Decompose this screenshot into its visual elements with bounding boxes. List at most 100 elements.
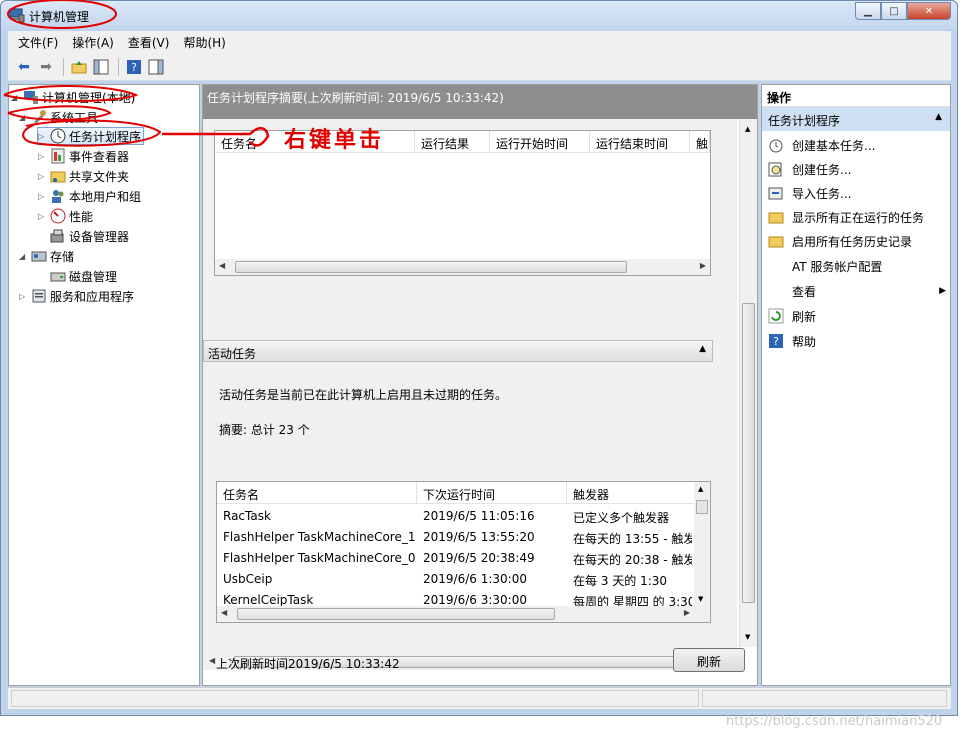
cell-trigger: 在每天的 20:38 - 触发 — [573, 553, 692, 567]
watermark: https://blog.csdn.net/haimian520 — [726, 714, 943, 729]
actions-subheader[interactable]: 任务计划程序 ▲ — [762, 107, 950, 131]
grid2-col-trigger[interactable]: 触发器 — [567, 482, 697, 503]
cell-task-name: FlashHelper TaskMachineCore_1 — [223, 530, 416, 544]
grid1-horizontal-scrollbar[interactable]: ◀ ▶ — [215, 259, 710, 275]
menu-bar: 文件(F) 操作(A) 查看(V) 帮助(H) — [8, 31, 951, 53]
tree-label-performance: 性能 — [69, 209, 94, 224]
menu-file[interactable]: 文件(F) — [18, 34, 58, 51]
table-row[interactable]: RacTask 2019/6/5 11:05:16 已定义多个触发器 — [217, 506, 692, 527]
grid2-vertical-scrollbar[interactable]: ▲ ▼ — [694, 482, 710, 606]
up-folder-icon[interactable] — [69, 57, 89, 77]
collapse-icon[interactable]: ◢ — [19, 113, 31, 122]
table-row[interactable]: FlashHelper TaskMachineCore_0 2019/6/5 2… — [217, 548, 692, 569]
actions-pane: 操作 任务计划程序 ▲ 创建基本任务... 创建任务... 导入任务... 显示… — [761, 84, 951, 686]
title-bar[interactable]: 计算机管理 ▁ □ ✕ — [1, 1, 957, 29]
table-row[interactable]: UsbCeip 2019/6/6 1:30:00 在每 3 天的 1:30 — [217, 569, 692, 590]
tree-item-services-apps[interactable]: ▷ 服务和应用程序 — [19, 287, 134, 305]
grid2-scroll-thumb[interactable] — [696, 500, 708, 514]
scroll-right-icon[interactable]: ▶ — [700, 261, 706, 270]
expand-icon[interactable]: ▷ — [38, 132, 50, 141]
scroll-left-icon[interactable]: ◀ — [219, 261, 225, 270]
tree-item-root[interactable]: ◢ 计算机管理(本地) — [11, 88, 135, 106]
expand-icon[interactable]: ▷ — [19, 292, 31, 301]
action-at-service-account[interactable]: AT 服务帐户配置 — [792, 256, 882, 276]
scroll-up-icon[interactable]: ▲ — [698, 485, 703, 493]
tree-label-local-users: 本地用户和组 — [69, 189, 142, 204]
tools-icon — [34, 110, 46, 124]
tree-label-device-manager: 设备管理器 — [69, 229, 130, 244]
tree-item-system-tools[interactable]: ◢ 系统工具 — [19, 108, 98, 126]
tree-label-system-tools: 系统工具 — [50, 110, 99, 125]
tree-item-event-viewer[interactable]: ▷ 事件查看器 — [38, 147, 129, 165]
tree-item-local-users[interactable]: ▷ 本地用户和组 — [38, 187, 141, 205]
refresh-icon — [768, 308, 784, 324]
tree-item-task-scheduler[interactable]: ▷ 任务计划程序 — [37, 127, 145, 145]
tree-label-root: 计算机管理(本地) — [42, 90, 136, 105]
table-row[interactable]: FlashHelper TaskMachineCore_1 2019/6/5 1… — [217, 527, 692, 548]
submenu-arrow-icon: ▶ — [939, 286, 946, 296]
help-icon[interactable]: ? — [124, 57, 144, 77]
maximize-button[interactable]: □ — [881, 2, 907, 20]
active-tasks-section-header[interactable]: 活动任务 ▲ — [203, 340, 713, 362]
action-create-basic-task[interactable]: 创建基本任务... — [768, 135, 875, 155]
disk-icon — [50, 272, 66, 282]
action-view[interactable]: 查看 ▶ — [792, 281, 946, 301]
active-tasks-description: 活动任务是当前已在此计算机上启用且未过期的任务。 — [219, 388, 508, 402]
computer-management-window: 计算机管理 ▁ □ ✕ 文件(F) 操作(A) 查看(V) 帮助(H) ⬅ ➡ … — [0, 0, 958, 716]
forward-icon[interactable]: ➡ — [36, 57, 56, 77]
action-refresh[interactable]: 刷新 — [768, 306, 816, 326]
collapse-section-icon[interactable]: ▲ — [935, 112, 942, 122]
collapse-icon[interactable]: ◢ — [19, 252, 31, 261]
scroll-down-icon[interactable]: ▼ — [698, 595, 703, 603]
center-vscroll-thumb[interactable] — [742, 303, 755, 603]
center-vertical-scrollbar[interactable]: ▲ ▼ — [739, 119, 757, 647]
grid1-col-run-start[interactable]: 运行开始时间 — [490, 131, 590, 152]
tree-item-storage[interactable]: ◢ 存储 — [19, 247, 74, 265]
action-label: 帮助 — [792, 334, 817, 349]
expand-icon[interactable]: ▷ — [38, 152, 50, 161]
scroll-up-icon[interactable]: ▲ — [745, 125, 750, 133]
grid2-col-next-run[interactable]: 下次运行时间 — [417, 482, 567, 503]
action-create-task[interactable]: 创建任务... — [768, 159, 851, 179]
grid1-col-run-end[interactable]: 运行结束时间 — [590, 131, 690, 152]
navigation-tree: ◢ 计算机管理(本地) ◢ 系统工具 ▷ 任务计划程序 ▷ 事件查看器 ▷ 共享… — [8, 84, 200, 686]
back-icon[interactable]: ⬅ — [14, 57, 34, 77]
show-hide-tree-icon[interactable] — [91, 57, 111, 77]
collapse-section-icon[interactable]: ▲ — [699, 344, 706, 354]
refresh-button[interactable]: 刷新 — [673, 648, 745, 672]
scroll-left-icon[interactable]: ◀ — [221, 608, 227, 617]
tree-item-disk-management[interactable]: 磁盘管理 — [50, 267, 117, 285]
grid2-col-task-name[interactable]: 任务名 — [217, 482, 417, 503]
scroll-right-icon[interactable]: ▶ — [684, 608, 690, 617]
action-show-running-tasks[interactable]: 显示所有正在运行的任务 — [768, 207, 924, 227]
action-import-task[interactable]: 导入任务... — [768, 183, 851, 203]
action-help[interactable]: ? 帮助 — [768, 331, 816, 351]
grid2-horizontal-scrollbar[interactable]: ◀ ▶ — [217, 606, 710, 622]
performance-icon — [50, 208, 66, 224]
menu-action[interactable]: 操作(A) — [72, 34, 114, 51]
tree-item-shared-folders[interactable]: ▷ 共享文件夹 — [38, 167, 129, 185]
collapse-icon[interactable]: ◢ — [11, 93, 23, 102]
menu-help[interactable]: 帮助(H) — [183, 34, 225, 51]
scroll-down-icon[interactable]: ▼ — [745, 633, 750, 641]
minimize-button[interactable]: ▁ — [855, 2, 881, 20]
grid2-header: 任务名 下次运行时间 触发器 — [217, 482, 697, 504]
expand-icon[interactable]: ▷ — [38, 212, 50, 221]
expand-icon[interactable]: ▷ — [38, 172, 50, 181]
tree-item-performance[interactable]: ▷ 性能 — [38, 207, 93, 225]
grid1-col-run-result[interactable]: 运行结果 — [415, 131, 490, 152]
scroll-left-icon[interactable]: ◀ — [209, 656, 215, 665]
device-manager-icon — [50, 229, 64, 243]
help-icon: ? — [769, 334, 783, 348]
expand-icon[interactable]: ▷ — [38, 192, 50, 201]
tree-item-device-manager[interactable]: 设备管理器 — [50, 227, 129, 245]
menu-view[interactable]: 查看(V) — [128, 34, 170, 51]
status-bar — [8, 687, 951, 709]
toolbar: ⬅ ➡ ? — [8, 53, 951, 81]
close-button[interactable]: ✕ — [907, 2, 951, 20]
grid2-scroll-thumb-h[interactable] — [237, 608, 555, 620]
grid1-scroll-thumb[interactable] — [235, 261, 627, 273]
grid1-col-trigger[interactable]: 触 — [690, 131, 710, 152]
show-hide-action-pane-icon[interactable] — [146, 57, 166, 77]
action-enable-history[interactable]: 启用所有任务历史记录 — [768, 231, 912, 251]
